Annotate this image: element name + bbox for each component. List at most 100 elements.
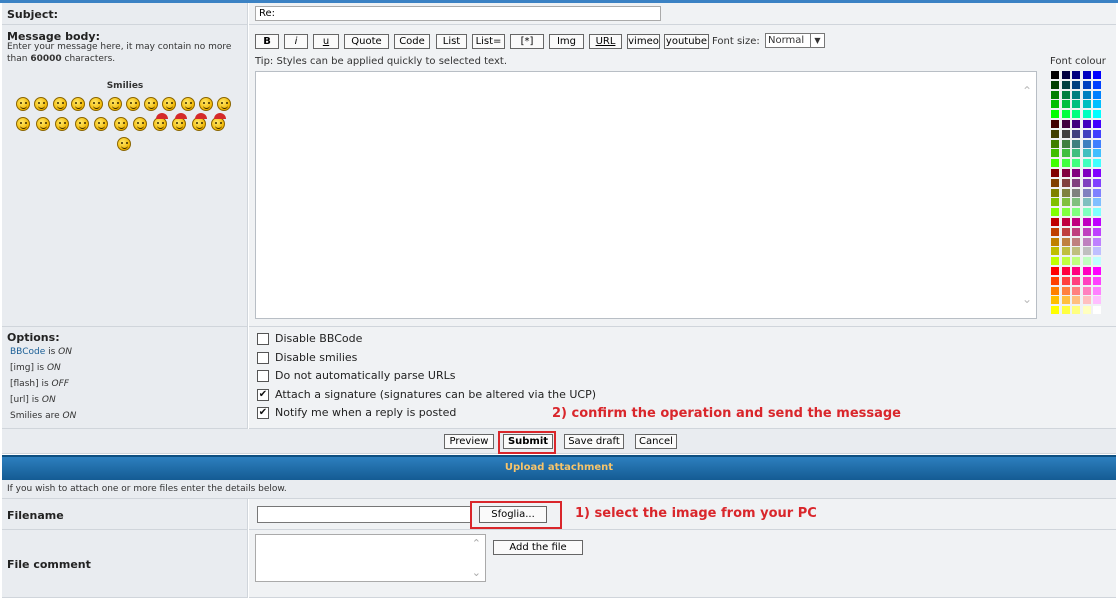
colour-swatch[interactable] (1061, 276, 1070, 285)
colour-swatch[interactable] (1082, 227, 1091, 236)
smiley-icon[interactable] (52, 97, 67, 111)
smiley-icon[interactable] (107, 97, 122, 111)
toolbar-button-10[interactable]: URL (589, 34, 622, 49)
toolbar-button-7[interactable]: List= (472, 34, 505, 49)
colour-swatch[interactable] (1082, 218, 1091, 226)
colour-swatch[interactable] (1093, 71, 1101, 79)
colour-swatch[interactable] (1093, 296, 1101, 305)
colour-swatch[interactable] (1072, 208, 1080, 217)
smiley-icon[interactable] (133, 117, 147, 131)
colour-swatch[interactable] (1072, 129, 1080, 138)
colour-swatch[interactable] (1093, 198, 1101, 207)
colour-swatch[interactable] (1072, 159, 1080, 168)
colour-swatch[interactable] (1072, 100, 1080, 109)
option-checkbox-label[interactable]: Disable BBCode (275, 332, 362, 345)
colour-swatch[interactable] (1051, 257, 1059, 266)
font-size-select[interactable]: Normal ▼ (765, 33, 825, 48)
add-file-button[interactable]: Add the file (493, 540, 583, 555)
colour-swatch[interactable] (1093, 257, 1101, 266)
colour-swatch[interactable] (1093, 227, 1101, 236)
colour-swatch[interactable] (1061, 218, 1070, 226)
toolbar-button-11[interactable]: vimeo (627, 34, 660, 49)
colour-swatch[interactable] (1093, 237, 1101, 246)
colour-swatch[interactable] (1061, 198, 1070, 207)
colour-swatch[interactable] (1082, 247, 1091, 256)
option-checkbox[interactable] (257, 370, 269, 382)
colour-swatch[interactable] (1082, 257, 1091, 266)
colour-swatch[interactable] (1072, 139, 1080, 148)
colour-swatch[interactable] (1051, 71, 1059, 79)
smiley-icon[interactable] (70, 97, 85, 111)
smiley-icon[interactable] (125, 97, 140, 111)
colour-swatch[interactable] (1061, 227, 1070, 236)
option-checkbox-label[interactable]: Do not automatically parse URLs (275, 369, 456, 382)
smiley-icon[interactable] (191, 117, 206, 131)
colour-swatch[interactable] (1072, 276, 1080, 285)
colour-swatch[interactable] (1082, 286, 1091, 295)
colour-swatch[interactable] (1082, 306, 1091, 315)
colour-swatch[interactable] (1051, 218, 1059, 226)
smiley-icon[interactable] (35, 117, 50, 131)
colour-swatch[interactable] (1093, 178, 1101, 187)
smiley-icon[interactable] (211, 117, 225, 131)
colour-swatch[interactable] (1082, 198, 1091, 207)
colour-swatch[interactable] (1093, 276, 1101, 285)
smiley-icon[interactable] (199, 97, 213, 111)
colour-swatch[interactable] (1082, 80, 1091, 89)
colour-swatch[interactable] (1051, 149, 1059, 158)
colour-swatch[interactable] (1082, 267, 1091, 275)
smiley-icon[interactable] (94, 117, 108, 131)
option-checkbox-label[interactable]: Attach a signature (signatures can be al… (275, 388, 596, 401)
colour-swatch[interactable] (1072, 178, 1080, 187)
smiley-icon[interactable] (34, 97, 49, 111)
smiley-icon[interactable] (16, 97, 30, 111)
colour-swatch[interactable] (1061, 80, 1070, 89)
colour-swatch[interactable] (1061, 149, 1070, 158)
colour-swatch[interactable] (1082, 90, 1091, 99)
smiley-icon[interactable] (55, 117, 69, 131)
colour-swatch[interactable] (1061, 257, 1070, 266)
smiley-icon[interactable] (89, 97, 104, 111)
colour-swatch[interactable] (1061, 90, 1070, 99)
smiley-icon[interactable] (162, 97, 177, 111)
colour-swatch[interactable] (1061, 159, 1070, 168)
option-checkbox[interactable]: ✔ (257, 407, 269, 419)
colour-swatch[interactable] (1051, 110, 1059, 119)
colour-swatch[interactable] (1051, 188, 1059, 197)
toolbar-button-5[interactable]: Code (394, 34, 430, 49)
colour-swatch[interactable] (1072, 110, 1080, 119)
colour-swatch[interactable] (1072, 71, 1080, 79)
colour-swatch[interactable] (1061, 178, 1070, 187)
colour-swatch[interactable] (1093, 100, 1101, 109)
smiley-icon[interactable] (113, 117, 128, 131)
colour-swatch[interactable] (1072, 257, 1080, 266)
colour-swatch[interactable] (1051, 247, 1059, 256)
colour-swatch[interactable] (1072, 296, 1080, 305)
colour-swatch[interactable] (1061, 188, 1070, 197)
colour-swatch[interactable] (1061, 296, 1070, 305)
colour-swatch[interactable] (1093, 247, 1101, 256)
colour-swatch[interactable] (1051, 227, 1059, 236)
colour-swatch[interactable] (1051, 90, 1059, 99)
colour-swatch[interactable] (1061, 247, 1070, 256)
colour-swatch[interactable] (1061, 267, 1070, 275)
colour-swatch[interactable] (1051, 306, 1059, 315)
colour-swatch[interactable] (1082, 296, 1091, 305)
colour-swatch[interactable] (1061, 286, 1070, 295)
option-checkbox-label[interactable]: Notify me when a reply is posted (275, 406, 456, 419)
colour-swatch[interactable] (1072, 286, 1080, 295)
colour-swatch[interactable] (1093, 159, 1101, 168)
smiley-icon[interactable] (74, 117, 89, 131)
preview-button[interactable]: Preview (444, 434, 494, 449)
colour-swatch[interactable] (1051, 267, 1059, 275)
toolbar-button-6[interactable]: List (436, 34, 467, 49)
colour-swatch[interactable] (1061, 100, 1070, 109)
colour-swatch[interactable] (1072, 237, 1080, 246)
colour-swatch[interactable] (1093, 306, 1101, 315)
smiley-icon[interactable] (16, 117, 30, 131)
colour-swatch[interactable] (1061, 306, 1070, 315)
colour-swatch[interactable] (1051, 208, 1059, 217)
colour-swatch[interactable] (1051, 159, 1059, 168)
file-comment-textarea[interactable]: ⌃ ⌄ (255, 534, 486, 582)
colour-swatch[interactable] (1082, 237, 1091, 246)
